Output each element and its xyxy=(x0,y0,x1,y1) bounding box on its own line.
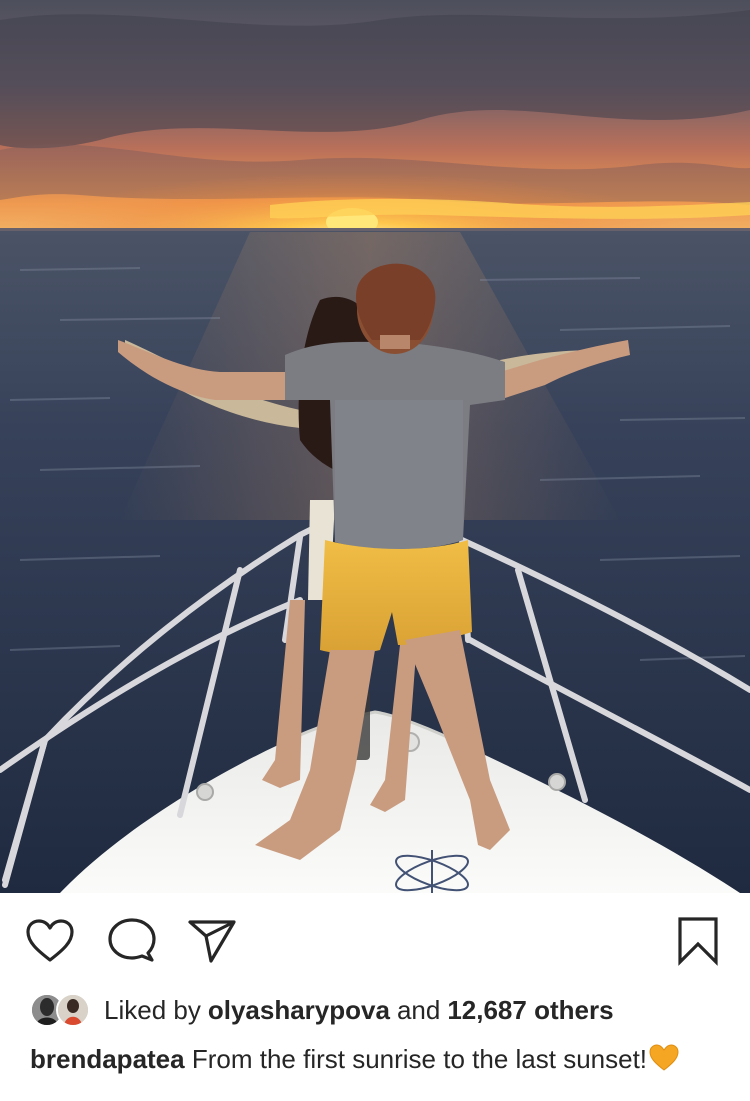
speech-bubble-icon xyxy=(108,918,156,962)
liked-by-username-link[interactable]: olyasharypova xyxy=(208,995,390,1026)
heart-outline-icon xyxy=(26,919,74,962)
liker-avatars[interactable] xyxy=(30,992,94,1028)
like-button[interactable] xyxy=(24,915,76,967)
post-photo[interactable] xyxy=(0,0,750,893)
share-button[interactable] xyxy=(186,915,238,967)
save-button[interactable] xyxy=(672,915,724,967)
caption-username-link[interactable]: brendapatea xyxy=(30,1044,185,1074)
likes-count-link[interactable]: 12,687 others xyxy=(447,995,613,1026)
caption-text: From the first sunrise to the last sunse… xyxy=(191,1044,648,1074)
likes-prefix: Liked by xyxy=(104,994,201,1025)
bookmark-icon xyxy=(678,917,718,966)
orange-heart-icon xyxy=(649,1044,679,1079)
likes-and: and xyxy=(396,994,441,1025)
likes-summary: Liked by olyasharypova and 12,687 others xyxy=(30,990,730,1030)
post-action-bar xyxy=(0,893,750,989)
comment-button[interactable] xyxy=(106,915,158,967)
instagram-post: Liked by olyasharypova and 12,687 others… xyxy=(0,0,750,1101)
paper-plane-icon xyxy=(188,920,236,963)
avatar xyxy=(56,993,90,1027)
sunset-yacht-photo xyxy=(0,0,750,893)
post-caption: brendapatea From the first sunrise to th… xyxy=(30,1044,720,1079)
